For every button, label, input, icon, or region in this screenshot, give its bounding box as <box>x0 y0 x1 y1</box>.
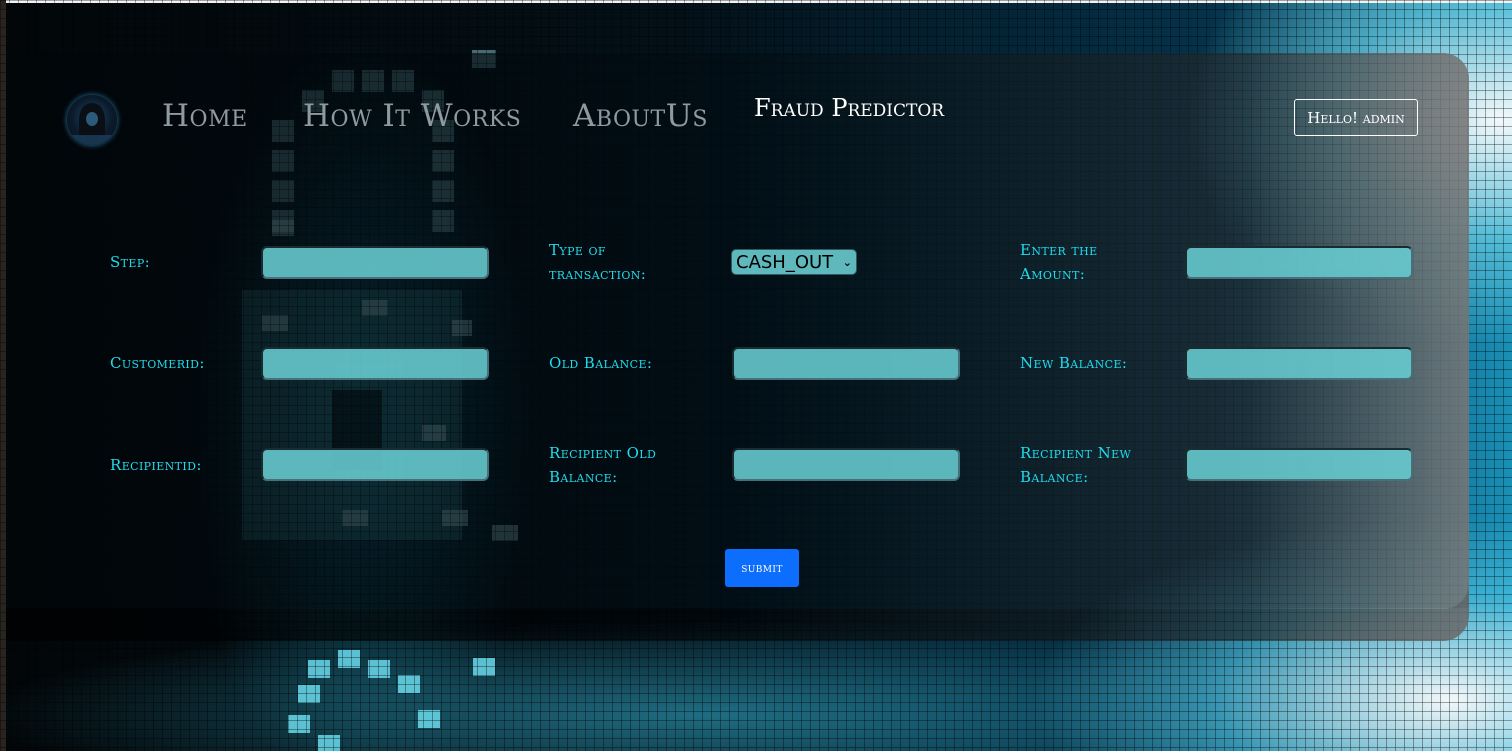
recipient-id-input[interactable] <box>261 448 489 481</box>
recipient-new-balance-label: Recipient New Balance: <box>1020 444 1132 486</box>
old-balance-label: Old Balance: <box>549 354 653 372</box>
customer-id-label: Customerid: <box>110 354 205 372</box>
nav-how-it-works[interactable]: How It Works <box>303 98 521 134</box>
hacker-avatar-icon[interactable] <box>67 95 117 145</box>
recipient-old-balance-label: Recipient Old Balance: <box>549 444 657 486</box>
new-balance-input[interactable] <box>1185 347 1413 380</box>
amount-input[interactable] <box>1185 246 1413 279</box>
hooded-figure-icon <box>67 103 117 145</box>
transaction-type-value: CASH_OUT <box>736 251 834 273</box>
transaction-type-label: Type of transaction: <box>549 241 647 283</box>
step-label: Step: <box>110 253 151 271</box>
padlock-glow-icon <box>288 650 495 751</box>
amount-label: Enter the Amount: <box>1020 241 1098 283</box>
user-greeting-button[interactable]: Hello! admin <box>1294 99 1418 136</box>
recipient-old-balance-input[interactable] <box>732 448 960 481</box>
top-border <box>0 0 1512 3</box>
submit-button[interactable]: submit <box>725 549 799 587</box>
customer-id-input[interactable] <box>261 347 489 380</box>
form-area <box>6 53 1469 608</box>
chevron-down-icon: ⌄ <box>842 255 852 269</box>
step-input[interactable] <box>261 246 489 279</box>
nav-fraud-predictor[interactable]: Fraud Predictor <box>754 94 944 122</box>
recipient-new-balance-input[interactable] <box>1185 448 1413 481</box>
transaction-type-select[interactable]: CASH_OUT ⌄ <box>731 249 857 275</box>
old-balance-input[interactable] <box>732 347 960 380</box>
nav-about-us[interactable]: AboutUs <box>573 98 708 134</box>
recipient-id-label: Recipientid: <box>110 456 202 474</box>
new-balance-label: New Balance: <box>1020 354 1128 372</box>
nav-home[interactable]: Home <box>162 98 248 134</box>
